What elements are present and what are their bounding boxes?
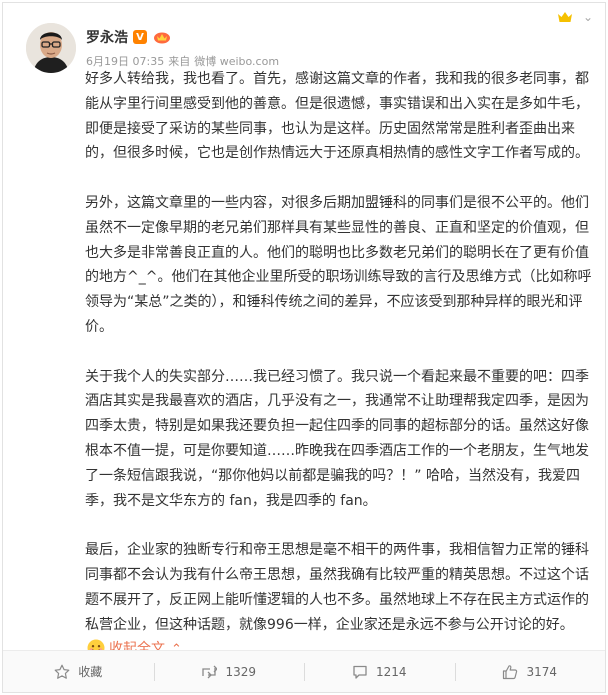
avatar-portrait [26, 23, 76, 73]
post-paragraph: 关于我个人的失实部分……我已经习惯了。我只说一个看起来最不重要的吧：四季酒店其实… [85, 368, 589, 509]
avatar[interactable] [26, 23, 76, 73]
post-paragraph-text: 最后，企业家的独断专行和帝王思想是毫不相干的两件事，我相信智力正常的锤科同事都不… [85, 542, 589, 633]
comment-button[interactable]: 1214 [304, 651, 455, 692]
comment-count: 1214 [375, 664, 407, 679]
comment-icon [353, 665, 367, 679]
crown-icon[interactable] [557, 11, 573, 23]
chevron-down-icon[interactable]: ⌄ [583, 11, 593, 23]
repost-count: 1329 [225, 664, 257, 679]
post-content: 好多人转给我，我也看了。首先，感谢这篇文章的作者，我和我的很多老同事，都能从字里… [85, 67, 597, 663]
like-button[interactable]: 3174 [454, 651, 606, 692]
author-name[interactable]: 罗永浩 [86, 27, 128, 47]
thumbs-up-icon [503, 664, 518, 679]
star-icon [54, 664, 70, 679]
favorite-button[interactable]: 收藏 [3, 651, 154, 692]
repost-icon [202, 665, 218, 678]
post-paragraph: 另外，这篇文章里的一些内容，对很多后期加盟锤科的同事们是很不公平的。他们虽然不一… [85, 194, 592, 335]
favorite-label: 收藏 [78, 665, 103, 679]
verified-icon: V [133, 30, 147, 44]
post-header: 罗永浩 V 6月19日 07:35 来自 微博 weibo.com [86, 27, 279, 69]
post-paragraph: 最后，企业家的独断专行和帝王思想是毫不相干的两件事，我相信智力正常的锤科同事都不… [85, 538, 597, 663]
repost-button[interactable]: 1329 [153, 651, 305, 692]
weibo-post-card: ⌄ 罗永浩 V 6月19日 07:35 来自 微博 weibo.com 好多人转… [2, 2, 606, 693]
card-top-actions: ⌄ [557, 11, 593, 23]
post-toolbar: 收藏 1329 1214 3174 [3, 650, 605, 692]
vip-crown-icon[interactable] [152, 30, 172, 44]
like-count: 3174 [526, 664, 558, 679]
post-paragraph: 好多人转给我，我也看了。首先，感谢这篇文章的作者，我和我的很多老同事，都能从字里… [85, 71, 589, 162]
